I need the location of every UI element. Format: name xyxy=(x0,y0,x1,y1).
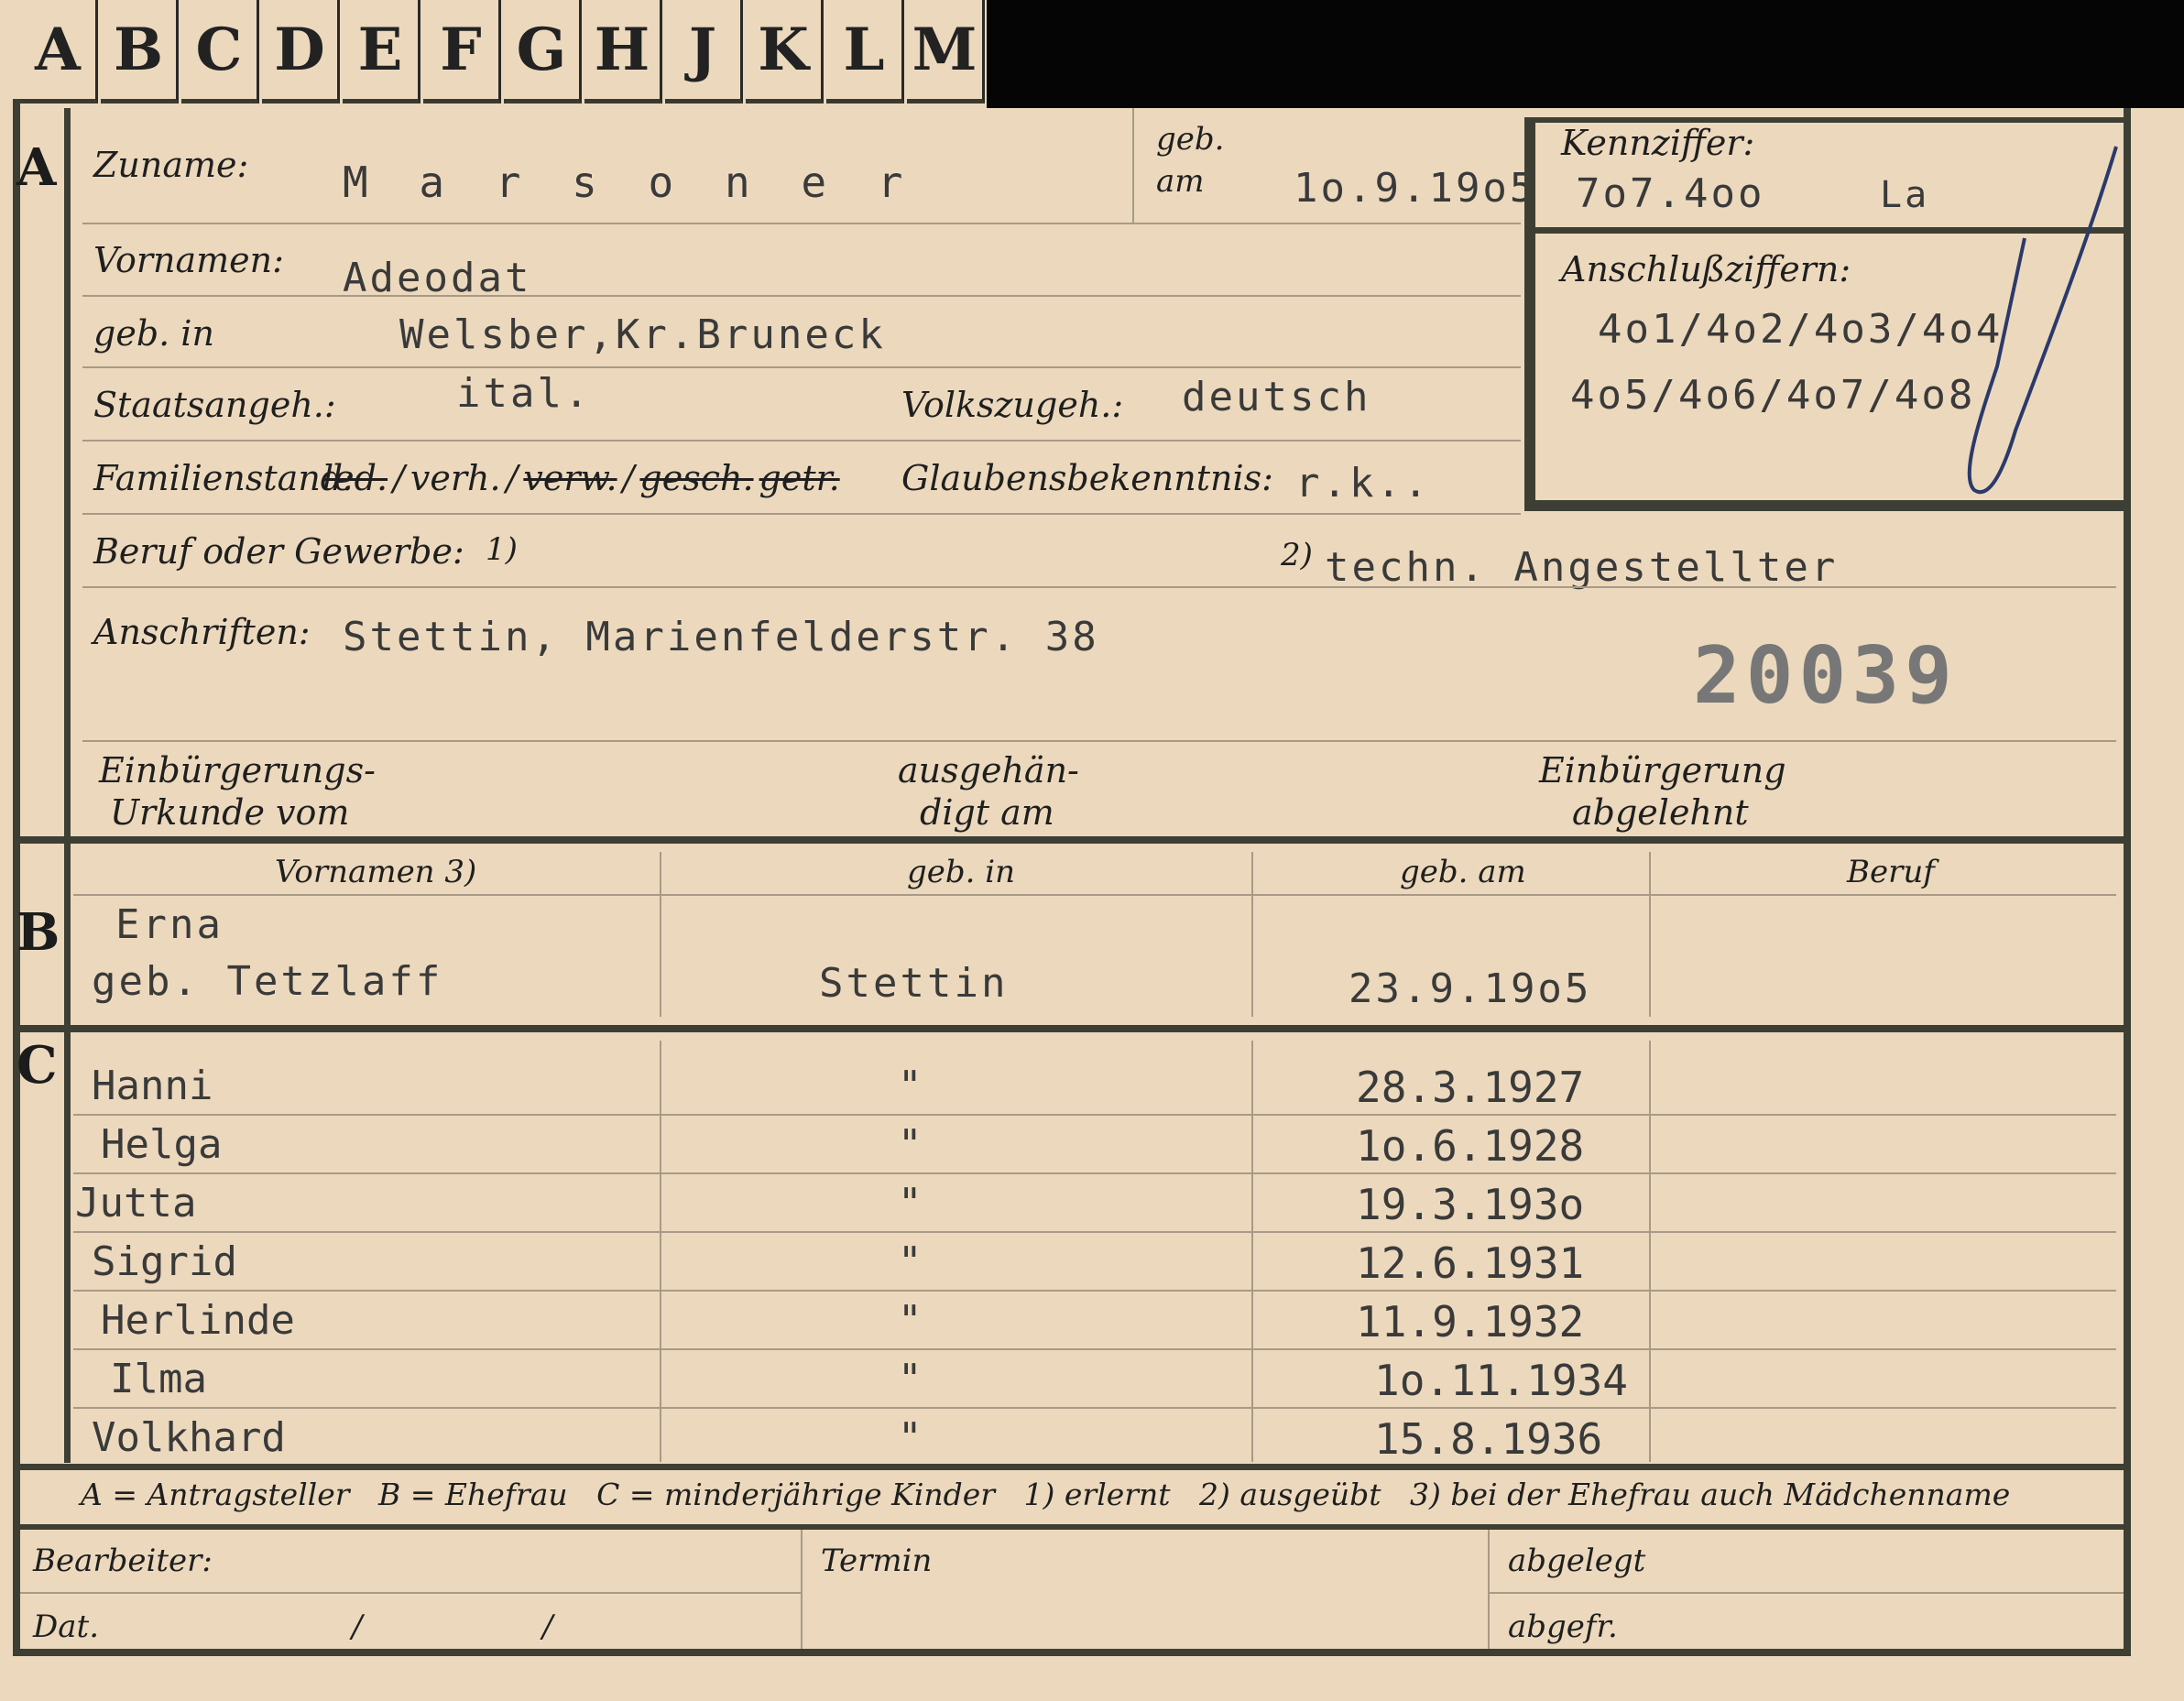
spouse-maiden-name: geb. Tetzlaff xyxy=(92,958,443,1005)
sent-label: abgefr. xyxy=(1508,1608,1618,1645)
first-names-label: Vornamen: xyxy=(93,240,284,280)
family-status-single: led. xyxy=(322,458,388,498)
child-name: Ilma xyxy=(110,1356,207,1402)
spouse-col-birthdate: geb. am xyxy=(1400,854,1526,890)
section-b-divider xyxy=(13,836,2131,844)
section-c-divider xyxy=(13,1025,2131,1032)
tab-c: C xyxy=(181,0,259,104)
citizenship-label: Staatsangeh.: xyxy=(93,385,336,425)
child-birthdate: 1o.6.1928 xyxy=(1356,1121,1585,1171)
handed-over-label: ausgehän-digt am xyxy=(898,750,1079,833)
child-birthplace: " xyxy=(898,1414,923,1461)
code-value: 7o7.4oo xyxy=(1576,170,1765,217)
surname-label: Zuname: xyxy=(93,145,249,185)
tab-d: D xyxy=(262,0,340,104)
birthdate-value: 1o.9.19o5 xyxy=(1294,165,1537,212)
section-b-letter: B xyxy=(16,902,60,963)
date-slash-1: / xyxy=(352,1608,363,1645)
spouse-birthdate: 23.9.19o5 xyxy=(1349,965,1592,1012)
card-left-border xyxy=(13,99,20,1656)
date-label: Dat. xyxy=(33,1608,100,1645)
family-status-divorced: gesch. xyxy=(639,458,754,498)
clerk-label: Bearbeiter: xyxy=(33,1543,213,1579)
ethnicity-value: deutsch xyxy=(1182,374,1371,420)
child-birthplace: " xyxy=(898,1297,923,1344)
child-name: Sigrid xyxy=(92,1238,237,1285)
child-birthplace: " xyxy=(898,1180,923,1227)
child-birthdate: 11.9.1932 xyxy=(1356,1297,1585,1347)
tab-j: J xyxy=(665,0,743,104)
naturalization-refused-label: Einbürgerung abgelehnt xyxy=(1539,750,1786,833)
ethnicity-label: Volkszugeh.: xyxy=(901,385,1124,425)
birthplace-label: geb. in xyxy=(93,313,214,354)
occupation-note-1: 1) xyxy=(486,531,518,568)
occupation-note-2: 2) xyxy=(1281,537,1313,573)
tab-f: F xyxy=(423,0,501,104)
section-a-letter: A xyxy=(16,137,57,198)
religion-label: Glaubensbekenntnis: xyxy=(901,458,1273,498)
citizenship-value: ital. xyxy=(456,370,592,417)
linked-codes-label: Anschlußziffern: xyxy=(1561,249,1851,289)
spouse-first-name: Erna xyxy=(115,901,224,948)
tab-e: E xyxy=(343,0,420,104)
child-birthplace: " xyxy=(898,1238,923,1285)
deadline-label: Termin xyxy=(821,1543,933,1579)
file-number-stamp: 20039 xyxy=(1693,630,1958,722)
scan-background xyxy=(987,0,2184,108)
naturalization-certificate-label: Einbürgerungs- Urkunde vom xyxy=(99,750,376,833)
date-slash-2: / xyxy=(542,1608,553,1645)
occupation-label: Beruf oder Gewerbe: xyxy=(93,531,464,572)
code-label: Kennziffer: xyxy=(1561,123,1755,163)
family-status-widowed: verw. xyxy=(523,458,617,498)
child-birthdate: 1o.11.1934 xyxy=(1374,1356,1628,1405)
birthdate-label-2: am xyxy=(1156,163,1205,200)
tab-m: M xyxy=(907,0,985,104)
child-name: Jutta xyxy=(75,1180,197,1227)
family-status-options: led. / verh. / verw. / gesch. getr. xyxy=(322,458,840,498)
child-birthplace: " xyxy=(898,1063,923,1109)
family-status-separated: getr. xyxy=(759,458,840,498)
child-name: Herlinde xyxy=(101,1297,295,1344)
birthdate-label-1: geb. xyxy=(1156,121,1225,158)
child-birthplace: " xyxy=(898,1121,923,1168)
tab-g: G xyxy=(504,0,582,104)
tab-l: L xyxy=(826,0,904,104)
legend-top-border xyxy=(13,1464,2131,1470)
address-label: Anschriften: xyxy=(93,612,311,652)
religion-value: r.k.. xyxy=(1295,460,1431,507)
family-status-married: verh. xyxy=(410,458,501,498)
pen-stroke-mark xyxy=(1967,146,2118,494)
child-name: Volkhard xyxy=(92,1414,286,1461)
legend-text: A = Antragsteller B = Ehefrau C = minder… xyxy=(81,1477,2011,1512)
card-bottom-border xyxy=(13,1649,2131,1656)
spouse-col-birthplace: geb. in xyxy=(907,854,1016,890)
child-birthdate: 28.3.1927 xyxy=(1356,1063,1585,1112)
child-name: Hanni xyxy=(92,1063,213,1109)
birthplace-value: Welsber,Kr.Bruneck xyxy=(399,311,886,358)
tab-k: K xyxy=(746,0,824,104)
tab-b: B xyxy=(101,0,179,104)
section-a-rule xyxy=(64,108,71,836)
spouse-birthplace: Stettin xyxy=(819,960,1009,1007)
child-birthdate: 12.6.1931 xyxy=(1356,1238,1585,1288)
filed-label: abgelegt xyxy=(1508,1543,1646,1579)
address-value: Stettin, Marienfelderstr. 38 xyxy=(343,614,1099,660)
legend-bottom-border xyxy=(13,1524,2131,1530)
tab-a: A xyxy=(20,0,98,104)
child-name: Helga xyxy=(101,1121,223,1168)
spouse-col-first-names: Vornamen 3) xyxy=(275,854,477,890)
tab-h: H xyxy=(584,0,662,104)
family-status-label: Familienstand: xyxy=(93,458,355,498)
child-birthplace: " xyxy=(898,1356,923,1402)
section-c-letter: C xyxy=(16,1035,58,1096)
child-birthdate: 15.8.1936 xyxy=(1374,1414,1603,1464)
child-birthdate: 19.3.193o xyxy=(1356,1180,1585,1229)
occupation-value: techn. Angestellter xyxy=(1325,544,1839,591)
surname-value: M a r s o n e r xyxy=(343,158,916,207)
spouse-col-occupation: Beruf xyxy=(1847,854,1935,890)
